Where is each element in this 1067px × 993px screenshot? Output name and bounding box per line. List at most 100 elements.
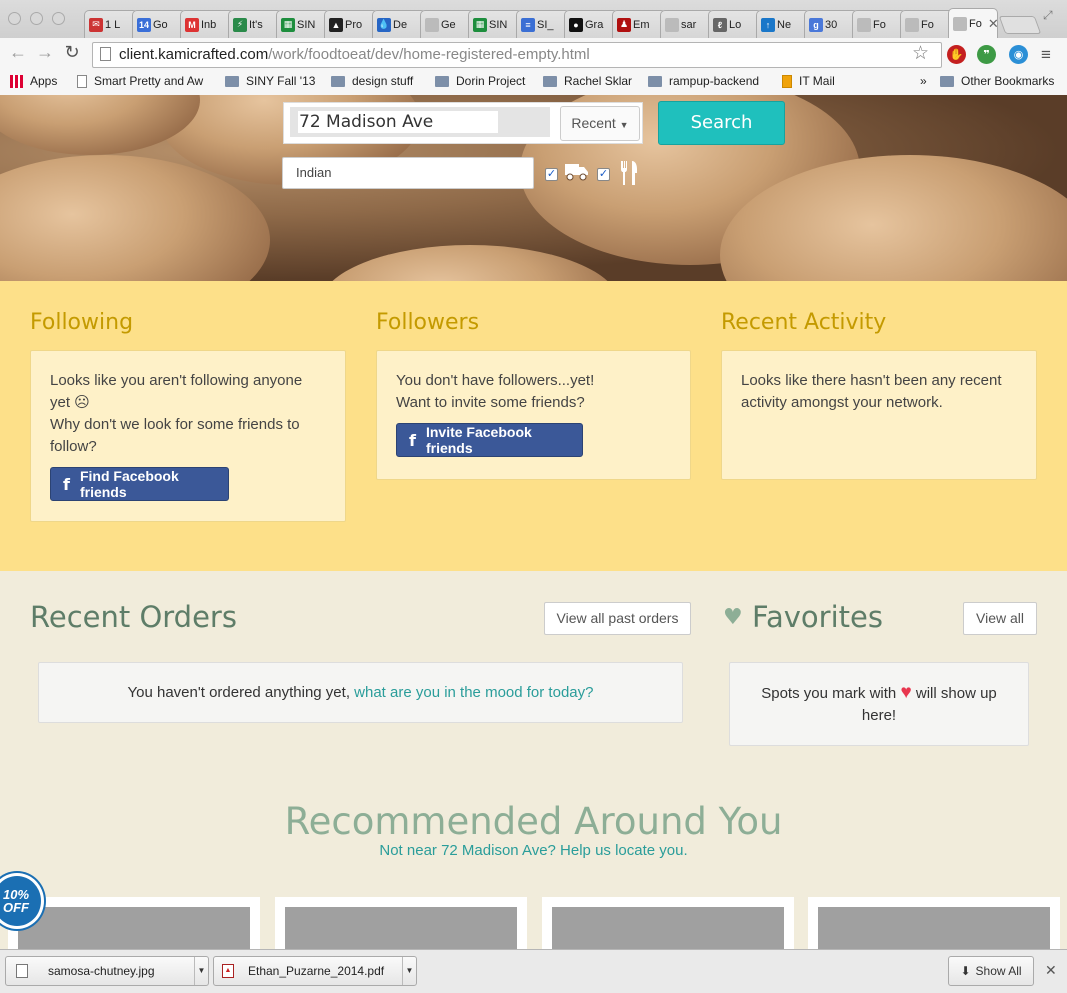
back-arrow-icon[interactable]: ← (7, 42, 29, 63)
adblock-icon[interactable]: ✋ (947, 45, 966, 64)
view-all-favorites-button[interactable]: View all (963, 602, 1037, 635)
following-empty-text: Looks like you aren't following anyone y… (50, 372, 303, 411)
tab[interactable]: ⚡ It's (228, 10, 282, 38)
tab-label: It's (249, 18, 263, 31)
download-item[interactable]: ▲ Ethan_Puzarne_2014.pdf ▼ (213, 956, 417, 986)
doc-icon (857, 17, 871, 32)
evernote-icon[interactable]: ❞ (977, 45, 996, 64)
other-bookmarks-folder[interactable]: Other Bookmarks (940, 74, 1054, 88)
other-bookmarks-label: Other Bookmarks (961, 74, 1055, 88)
restaurant-card[interactable] (275, 897, 527, 967)
download-menu-caret[interactable]: ▼ (194, 957, 208, 985)
menu-icon[interactable]: ≡ (1041, 45, 1051, 65)
show-all-downloads-button[interactable]: ⬇ Show All (948, 956, 1034, 986)
forward-arrow-icon[interactable]: → (34, 42, 56, 63)
recent-orders-title: Recent Orders (30, 600, 237, 634)
close-icon[interactable]: ✕ (1045, 962, 1057, 979)
bookmark-item[interactable]: Apps (10, 74, 57, 88)
folder-icon (543, 75, 557, 87)
folder-icon (435, 75, 449, 87)
delivery-checkbox[interactable]: ✓ (545, 168, 558, 181)
caret-down-icon: ▼ (619, 120, 629, 130)
folder-icon (225, 75, 239, 87)
tab[interactable]: M Inb (180, 10, 234, 38)
tab[interactable]: Fo (900, 10, 954, 38)
close-window-button[interactable] (8, 12, 21, 25)
bookmark-star-icon[interactable]: ☆ (912, 42, 929, 65)
cuisine-input[interactable]: Indian (282, 157, 534, 189)
tab-label: Lo (729, 18, 742, 31)
search-button[interactable]: Search (658, 101, 785, 145)
bookmark-label: rampup-backend (669, 74, 760, 88)
tab[interactable]: Fo (852, 10, 906, 38)
restaurant-card[interactable] (808, 897, 1060, 967)
view-past-orders-button[interactable]: View all past orders (544, 602, 691, 635)
recent-dropdown[interactable]: Recent ▼ (560, 106, 640, 141)
tab[interactable]: ▲ Pro (324, 10, 378, 38)
google-plus-icon: g (809, 17, 823, 32)
tab[interactable]: ✉ 1 L (84, 10, 138, 38)
bread-photo (320, 245, 620, 281)
tab[interactable]: Ge (420, 10, 474, 38)
bookmark-item[interactable]: IT Mail (782, 74, 835, 88)
minimize-window-button[interactable] (30, 12, 43, 25)
tab[interactable]: Fo ✕ (948, 8, 998, 38)
tab[interactable]: g 30 (804, 10, 858, 38)
reload-icon[interactable]: ↻ (61, 42, 83, 63)
em-icon: ♟ (617, 17, 631, 32)
tab-label: Fo (969, 17, 982, 30)
bookmark-label: Smart Pretty and Aw (94, 74, 204, 88)
page-icon (100, 47, 111, 61)
fork-knife-icon (619, 161, 639, 191)
tab[interactable]: ℓ Lo (708, 10, 762, 38)
invite-facebook-friends-button[interactable]: f Invite Facebook friends (396, 423, 583, 457)
bookmark-item[interactable]: design stuff (331, 74, 413, 88)
mountain-icon: ▲ (329, 17, 343, 32)
heart-icon: ♥ (900, 682, 912, 703)
tab[interactable]: ● Gra (564, 10, 618, 38)
download-item[interactable]: samosa-chutney.jpg ▼ (5, 956, 209, 986)
tab[interactable]: ♟ Em (612, 10, 666, 38)
bookmark-item[interactable]: SINY Fall '13 (225, 74, 315, 88)
tab[interactable]: sar (660, 10, 714, 38)
tab[interactable]: ↑ Ne (756, 10, 810, 38)
bookmark-label: Apps (30, 74, 58, 88)
find-facebook-friends-button[interactable]: f Find Facebook friends (50, 467, 229, 501)
bookmarks-bar: Apps Smart Pretty and Aw SINY Fall '13 desi… (0, 70, 1067, 95)
bookmarks-overflow-button[interactable]: » (920, 74, 927, 88)
restaurant-card[interactable] (8, 897, 260, 967)
dine-in-checkbox[interactable]: ✓ (597, 168, 610, 181)
zoom-window-button[interactable] (52, 12, 65, 25)
tab-label: Em (633, 18, 650, 31)
fullscreen-icon[interactable]: ⤢ (1043, 8, 1057, 22)
tab[interactable]: ▦ SIN (276, 10, 330, 38)
tab-label: sar (681, 18, 697, 31)
tab-label: Pro (345, 18, 363, 31)
bookmark-item[interactable]: Dorin Project (435, 74, 525, 88)
bookmark-item[interactable]: rampup-backend (648, 74, 759, 88)
new-tab-button[interactable] (998, 16, 1042, 34)
mood-link[interactable]: what are you in the mood for today? (354, 684, 593, 701)
image-file-icon (16, 964, 28, 978)
favorites-title-label: Favorites (751, 600, 883, 634)
restaurant-card[interactable] (542, 897, 794, 967)
address-bar[interactable]: client.kamicrafted.com/work/foodtoeat/de… (92, 42, 942, 68)
bookmark-item[interactable]: Smart Pretty and Aw (77, 74, 203, 88)
tab-label: Gra (585, 18, 604, 31)
bookmark-label: Rachel Sklar (564, 74, 633, 88)
close-tab-icon[interactable]: ✕ (988, 16, 997, 32)
bookmark-label: Dorin Project (456, 74, 526, 88)
pdf-file-icon: ▲ (222, 964, 234, 978)
bookmark-item[interactable]: Rachel Sklar (543, 74, 632, 88)
tab[interactable]: 💧 De (372, 10, 426, 38)
tab[interactable]: ▦ SIN (468, 10, 522, 38)
tab[interactable]: ≡ SI_ (516, 10, 570, 38)
locate-link[interactable]: Not near 72 Madison Ave? Help us locate … (0, 842, 1067, 859)
download-menu-caret[interactable]: ▼ (402, 957, 416, 985)
browser-chrome: ✉ 1 L 14 Go M Inb ⚡ It's ▦ SIN ▲ Pro 💧 De Ge ▦ SIN ≡ SI_ ● G… (0, 0, 1067, 95)
tab[interactable]: 14 Go (132, 10, 186, 38)
calendar-icon: 14 (137, 17, 151, 32)
tab-label: Go (153, 18, 168, 31)
lo-icon: ℓ (713, 17, 727, 32)
extension-circle-icon[interactable]: ◉ (1009, 45, 1028, 64)
